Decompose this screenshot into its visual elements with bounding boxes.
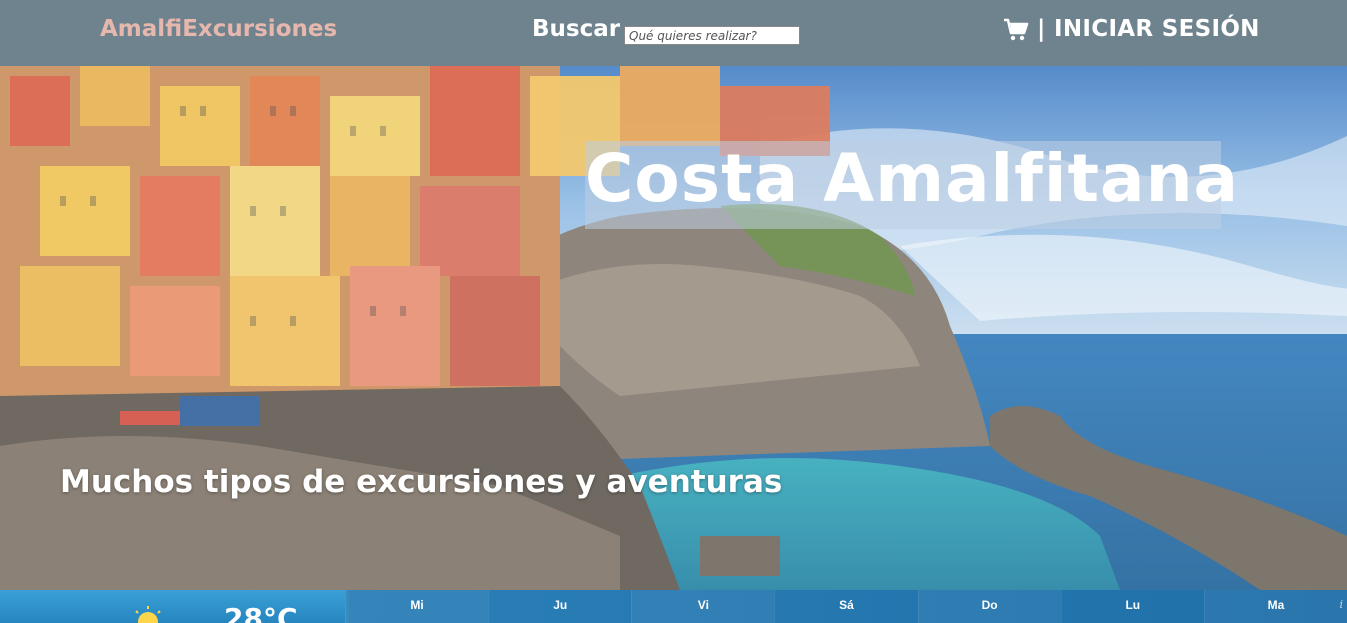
forecast-day: Do bbox=[917, 590, 1061, 623]
search-label: Buscar bbox=[532, 16, 621, 42]
sun-cloud-icon bbox=[128, 604, 168, 623]
cart-icon[interactable] bbox=[1003, 18, 1029, 42]
forecast-day: Vi bbox=[631, 590, 775, 623]
forecast-day: Lu bbox=[1060, 590, 1204, 623]
info-icon[interactable]: i bbox=[1339, 598, 1343, 611]
hero-banner: Costa Amalfitana Muchos tipos de excursi… bbox=[0, 66, 1347, 590]
forecast-day-label: Ma bbox=[1267, 598, 1285, 612]
forecast-day-label: Do bbox=[981, 598, 998, 612]
login-link[interactable]: | INICIAR SESIÓN bbox=[1037, 16, 1260, 42]
current-temperature: 28°C bbox=[224, 602, 298, 623]
forecast-day-label: Mi bbox=[410, 598, 424, 612]
forecast-day-label: Ju bbox=[553, 598, 568, 612]
forecast-day-label: Lu bbox=[1125, 598, 1141, 612]
weather-widget[interactable]: 28°C Mi Ju Vi Sá Do Lu Ma i bbox=[0, 590, 1347, 623]
weather-today: 28°C bbox=[0, 590, 345, 623]
hero-subtitle: Muchos tipos de excursiones y aventuras bbox=[60, 464, 783, 500]
forecast-day: Mi bbox=[345, 590, 489, 623]
search-input[interactable] bbox=[624, 26, 800, 45]
forecast-day: Ju bbox=[488, 590, 631, 623]
top-nav: AmalfiExcursiones Buscar | INICIAR SESIÓ… bbox=[0, 0, 1347, 66]
forecast-days: Mi Ju Vi Sá Do Lu Ma bbox=[345, 590, 1347, 623]
forecast-day: Ma bbox=[1203, 590, 1347, 623]
forecast-day-label: Sá bbox=[839, 598, 854, 612]
forecast-day-label: Vi bbox=[697, 598, 709, 612]
forecast-day: Sá bbox=[774, 590, 917, 623]
brand-logo[interactable]: AmalfiExcursiones bbox=[100, 16, 337, 42]
hero-title: Costa Amalfitana bbox=[585, 140, 1240, 217]
